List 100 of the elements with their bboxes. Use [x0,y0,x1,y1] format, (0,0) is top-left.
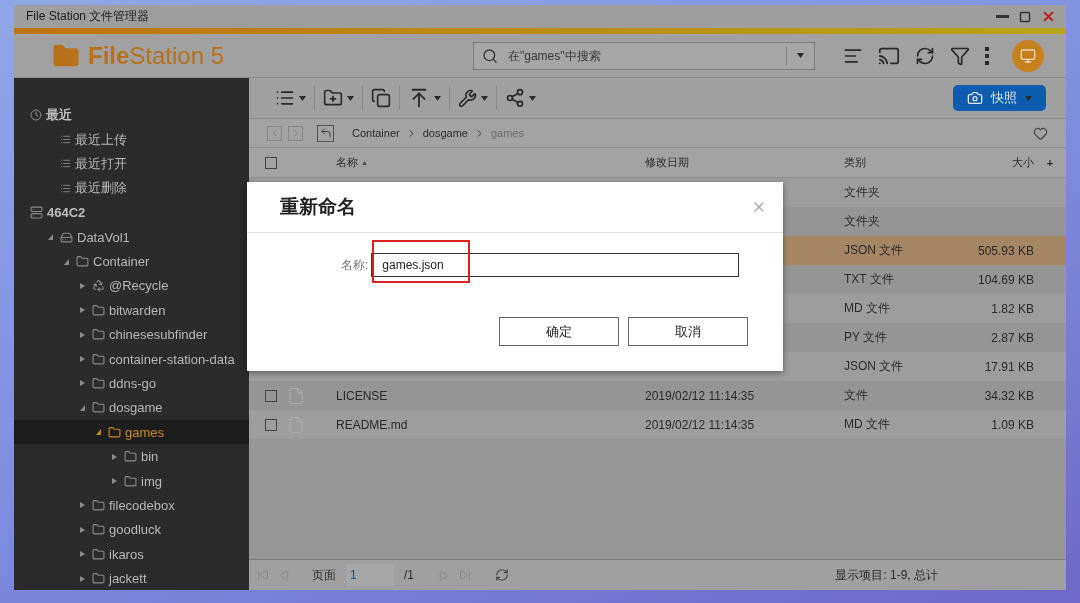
share-button[interactable] [505,88,536,108]
expand-arrow-icon[interactable] [80,551,85,558]
table-cell-text: 104.69 KB [976,272,1034,287]
select-all-checkbox[interactable] [265,156,277,169]
expand-arrow-icon[interactable] [80,356,85,363]
tree-item[interactable]: filecodebox [14,493,249,518]
table-row[interactable]: LICENSE 2019/02/12 11:14:35 文件 34.32 KB [249,381,1066,410]
more-icon [985,46,989,65]
expand-arrow-icon[interactable] [112,478,117,485]
expand-arrow-icon[interactable] [112,453,117,460]
cancel-button[interactable]: 取消 [628,317,748,346]
tree-item[interactable]: bin [14,444,249,469]
table-cell-text: 2019/02/12 11:14:35 [645,388,756,403]
tree-item[interactable]: dosgame [14,395,249,421]
list-icon [275,88,295,108]
remote-button[interactable] [1012,39,1044,72]
up-button[interactable] [317,124,334,142]
collapse-arrow-icon[interactable] [48,234,53,241]
collapse-arrow-icon[interactable] [80,404,85,411]
breadcrumb-link[interactable]: Container [352,127,400,139]
refresh-icon [495,568,509,582]
tree-item[interactable]: ikaros [14,542,249,567]
tree-item[interactable]: 最近 [14,103,249,128]
search-field[interactable]: 在"games"中搜索 [473,41,815,70]
add-column-button[interactable]: + [1034,156,1066,169]
tree-item[interactable]: ddns-go [14,371,249,396]
status-text: 显示项目: 1-9, 总计 [835,566,938,584]
expand-arrow-icon[interactable] [80,526,85,533]
folder-icon [92,352,105,366]
file-icon [287,386,305,405]
column-header[interactable]: 类别 [844,155,964,170]
tools-button[interactable] [458,88,488,108]
column-header[interactable]: 修改日期 [645,155,844,170]
tree-item[interactable]: bitwarden [14,298,249,323]
table-cell-text: MD 文件 [844,416,891,433]
tree-item[interactable]: @Recycle [14,273,249,299]
table-cell-text: MD 文件 [844,300,891,317]
server-icon [30,206,43,220]
refresh-button[interactable] [915,45,935,66]
breadcrumb-link[interactable]: dosgame [422,127,468,139]
minimize-icon [996,15,1009,18]
list-icon [60,182,71,194]
table-cell-text: PY 文件 [844,329,889,346]
tree-item[interactable]: chinesesubfinder [14,322,249,347]
expand-arrow-icon[interactable] [80,380,85,387]
maximize-button[interactable] [1019,10,1031,23]
caret-icon [481,95,488,101]
row-checkbox[interactable] [265,418,277,431]
list-icon [60,134,71,146]
caret-icon [1025,95,1032,101]
tree-item[interactable]: jackett [14,566,249,590]
filter-button[interactable] [950,45,970,66]
tree-item[interactable]: goodluck [14,517,249,543]
column-header[interactable]: 大小 [964,155,1034,170]
maximize-icon [1019,10,1031,23]
expand-arrow-icon[interactable] [80,502,85,509]
tree-item[interactable]: 最近上传 [14,127,249,152]
dialog-title: 重新命名 [280,195,356,219]
snapshot-button[interactable]: 快照 [953,85,1046,111]
table-cell-text: 2.87 KB [990,330,1034,345]
recycle-icon [92,279,105,293]
tree-item[interactable]: Container [14,249,249,274]
caret-icon [347,95,354,101]
collapse-arrow-icon[interactable] [64,258,69,265]
ok-button[interactable]: 确定 [499,317,619,346]
tree-item[interactable]: 最近打开 [14,151,249,177]
expand-arrow-icon[interactable] [80,307,85,314]
folder-icon [108,425,121,439]
name-field[interactable]: games.json [371,253,740,277]
expand-arrow-icon[interactable] [80,331,85,338]
refresh-button[interactable] [495,568,509,582]
tree-item[interactable]: games [14,420,249,445]
monitor-icon [1020,47,1036,64]
list-view-button[interactable] [275,88,306,108]
collapse-arrow-icon[interactable] [96,429,101,436]
row-checkbox[interactable] [265,389,277,402]
tree-item[interactable]: 最近删除 [14,176,249,201]
new-folder-button[interactable] [323,88,354,108]
filter-icon [950,45,970,66]
table-cell-text: 17.91 KB [983,359,1034,374]
search-input[interactable]: 在"games"中搜索 [506,47,786,64]
share-icon [505,88,525,108]
expand-arrow-icon[interactable] [80,282,85,289]
more-button[interactable] [985,46,989,65]
wrench-icon [458,88,477,108]
tree-item[interactable]: container-station-data [14,346,249,372]
copy-button[interactable] [371,88,391,108]
tree-item[interactable]: img [14,468,249,494]
table-cell-text: LICENSE [336,388,389,403]
window-title: File Station 文件管理器 [26,8,150,25]
list-icon [60,158,71,170]
close-button[interactable] [1041,9,1056,24]
table-cell-text: 文件 [844,387,869,404]
tree-item[interactable]: 464C2 [14,200,249,225]
heart-icon [1033,125,1048,141]
favorite-button[interactable] [1033,125,1048,141]
refresh-icon [915,45,935,66]
table-cell-text: 1.09 KB [990,417,1034,432]
expand-arrow-icon[interactable] [80,575,85,582]
tree-item[interactable]: DataVol1 [14,224,249,250]
